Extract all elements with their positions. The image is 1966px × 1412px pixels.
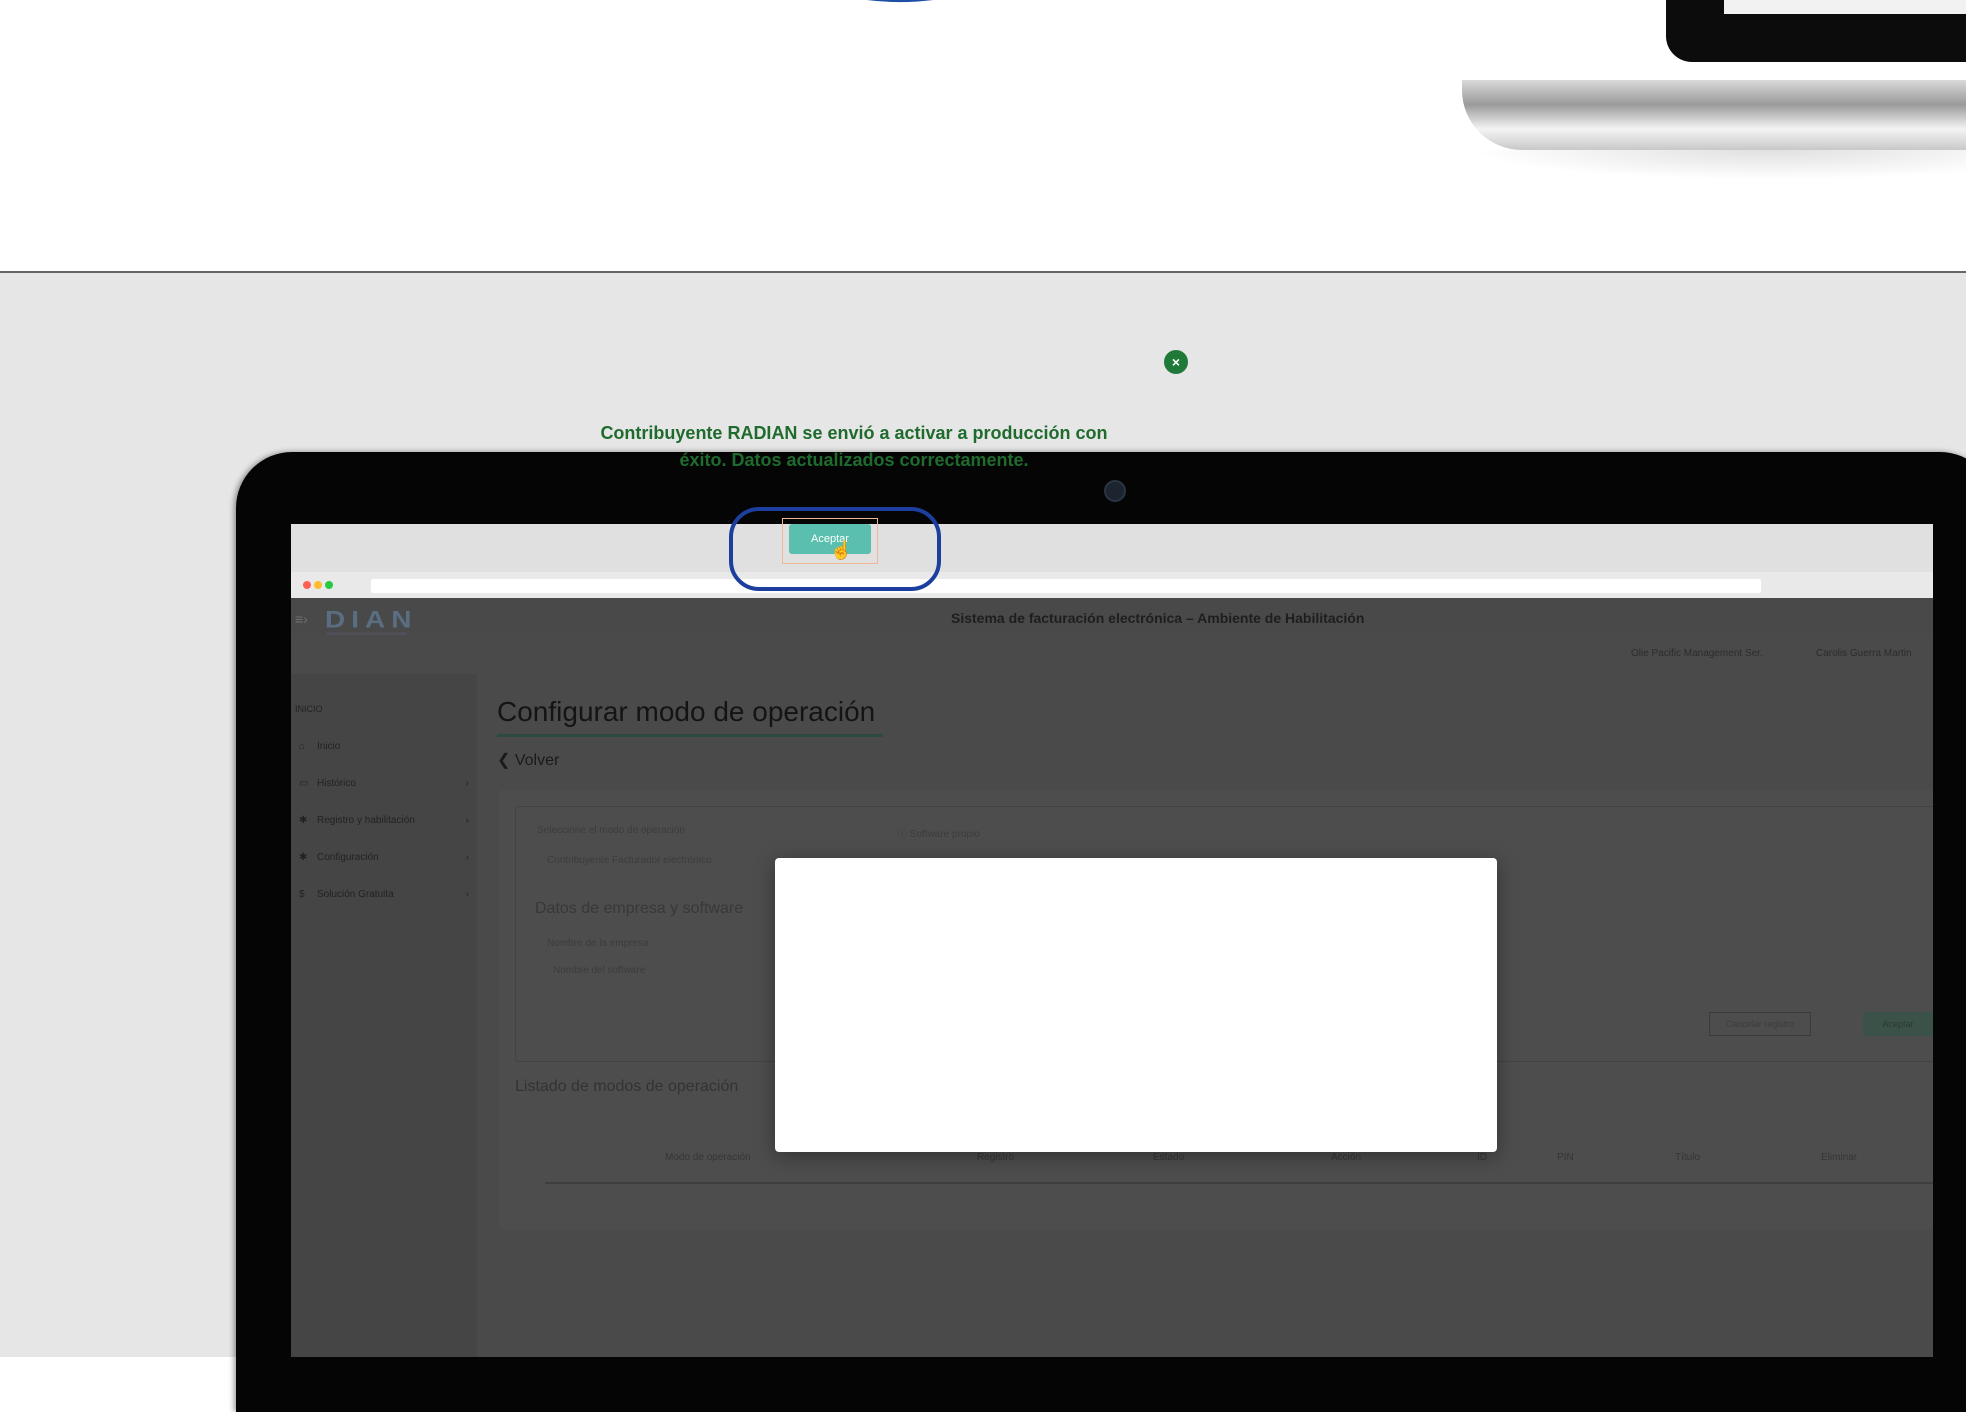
chevron-right-icon: › — [465, 777, 469, 789]
dollar-icon: $ — [299, 888, 305, 900]
sidebar-section-label: INICIO — [295, 704, 323, 714]
section-subtitle: Datos de empresa y software — [535, 900, 744, 917]
table-header: Registro — [977, 1152, 1015, 1163]
page-title: Configurar modo de operación — [497, 696, 876, 727]
camera-icon — [1104, 480, 1126, 502]
mode-label: Seleccione el modo de operación — [537, 825, 685, 836]
title-underline — [497, 734, 883, 737]
callout-arc — [869, 0, 931, 2]
dian-logo: DIAN — [325, 606, 418, 633]
laptop-shadow — [1470, 150, 1966, 180]
close-icon[interactable]: × — [1164, 350, 1188, 374]
table-divider — [545, 1182, 1933, 1184]
hamburger-menu-icon[interactable]: ≡› — [295, 612, 308, 626]
chevron-right-icon: › — [465, 814, 469, 826]
table-header: Título — [1675, 1152, 1701, 1163]
browser-titlebar — [291, 524, 1933, 572]
sidebar-item-label: Registro y habilitación — [317, 814, 415, 826]
cancel-registration-button[interactable]: Cancelar registro — [1709, 1012, 1811, 1036]
list-title: Listado de modos de operación — [515, 1078, 739, 1095]
header-user-name[interactable]: Carolis Guerra Martin — [1816, 648, 1912, 659]
gear-icon: ✱ — [299, 814, 308, 826]
success-message: Contribuyente RADIAN se envió a activar … — [600, 423, 1108, 470]
chevron-right-icon: › — [465, 888, 469, 900]
minimize-window-dot[interactable] — [314, 581, 322, 589]
table-header: Estado — [1153, 1152, 1185, 1163]
mode-select[interactable]: Contribuyente Facturador electrónico — [547, 855, 712, 866]
laptop-screen-inner — [1724, 0, 1966, 14]
table-header: Acción — [1331, 1152, 1362, 1163]
sidebar-item-solucion[interactable]: $ Solución Gratuita › — [299, 886, 469, 902]
settings-icon: ✱ — [299, 851, 308, 863]
header-company[interactable]: Olie Pacific Management Ser. — [1631, 648, 1763, 659]
company-field-label: Nombre de la empresa — [547, 938, 649, 949]
sidebar-item-registro[interactable]: ✱ Registro y habilitación › — [299, 812, 469, 828]
laptop-base — [1462, 80, 1966, 150]
maximize-window-dot[interactable] — [325, 581, 333, 589]
back-link[interactable]: ❮ Volver — [497, 750, 559, 770]
callout-highlight-ring — [729, 507, 941, 591]
home-icon: ⌂ — [299, 740, 306, 752]
top-decoration — [0, 0, 1966, 272]
address-bar[interactable] — [371, 579, 1761, 593]
sidebar-item-label: Inicio — [317, 740, 341, 752]
header-title: Sistema de facturación electrónica – Amb… — [951, 610, 1365, 626]
success-modal — [775, 858, 1497, 1152]
software-field[interactable]: Nombre del software — [553, 965, 645, 976]
sidebar-item-configuracion[interactable]: ✱ Configuración › — [299, 849, 469, 865]
sidebar-item-historico[interactable]: ▭ Histórico › — [299, 775, 469, 791]
logo-tagline — [327, 632, 407, 635]
sidebar-item-label: Solución Gratuita — [317, 888, 394, 900]
table-header: Eliminar — [1821, 1152, 1858, 1163]
sidebar-item-inicio[interactable]: ⌂ Inicio — [299, 738, 469, 754]
table-header: Modo de operación — [665, 1152, 751, 1163]
table-header: PIN — [1557, 1152, 1574, 1163]
laptop-screen: ≡› DIAN Sistema de facturación electróni… — [291, 524, 1933, 1357]
chevron-right-icon: › — [465, 851, 469, 863]
sidebar-item-label: Configuración — [317, 851, 379, 863]
history-icon: ▭ — [299, 777, 309, 789]
table-header: ID — [1477, 1152, 1487, 1163]
sidebar-item-label: Histórico — [317, 777, 356, 789]
close-window-dot[interactable] — [303, 581, 311, 589]
save-button[interactable]: Aceptar — [1863, 1012, 1933, 1036]
mode-option[interactable]: ⓘ Software propio — [897, 825, 980, 840]
